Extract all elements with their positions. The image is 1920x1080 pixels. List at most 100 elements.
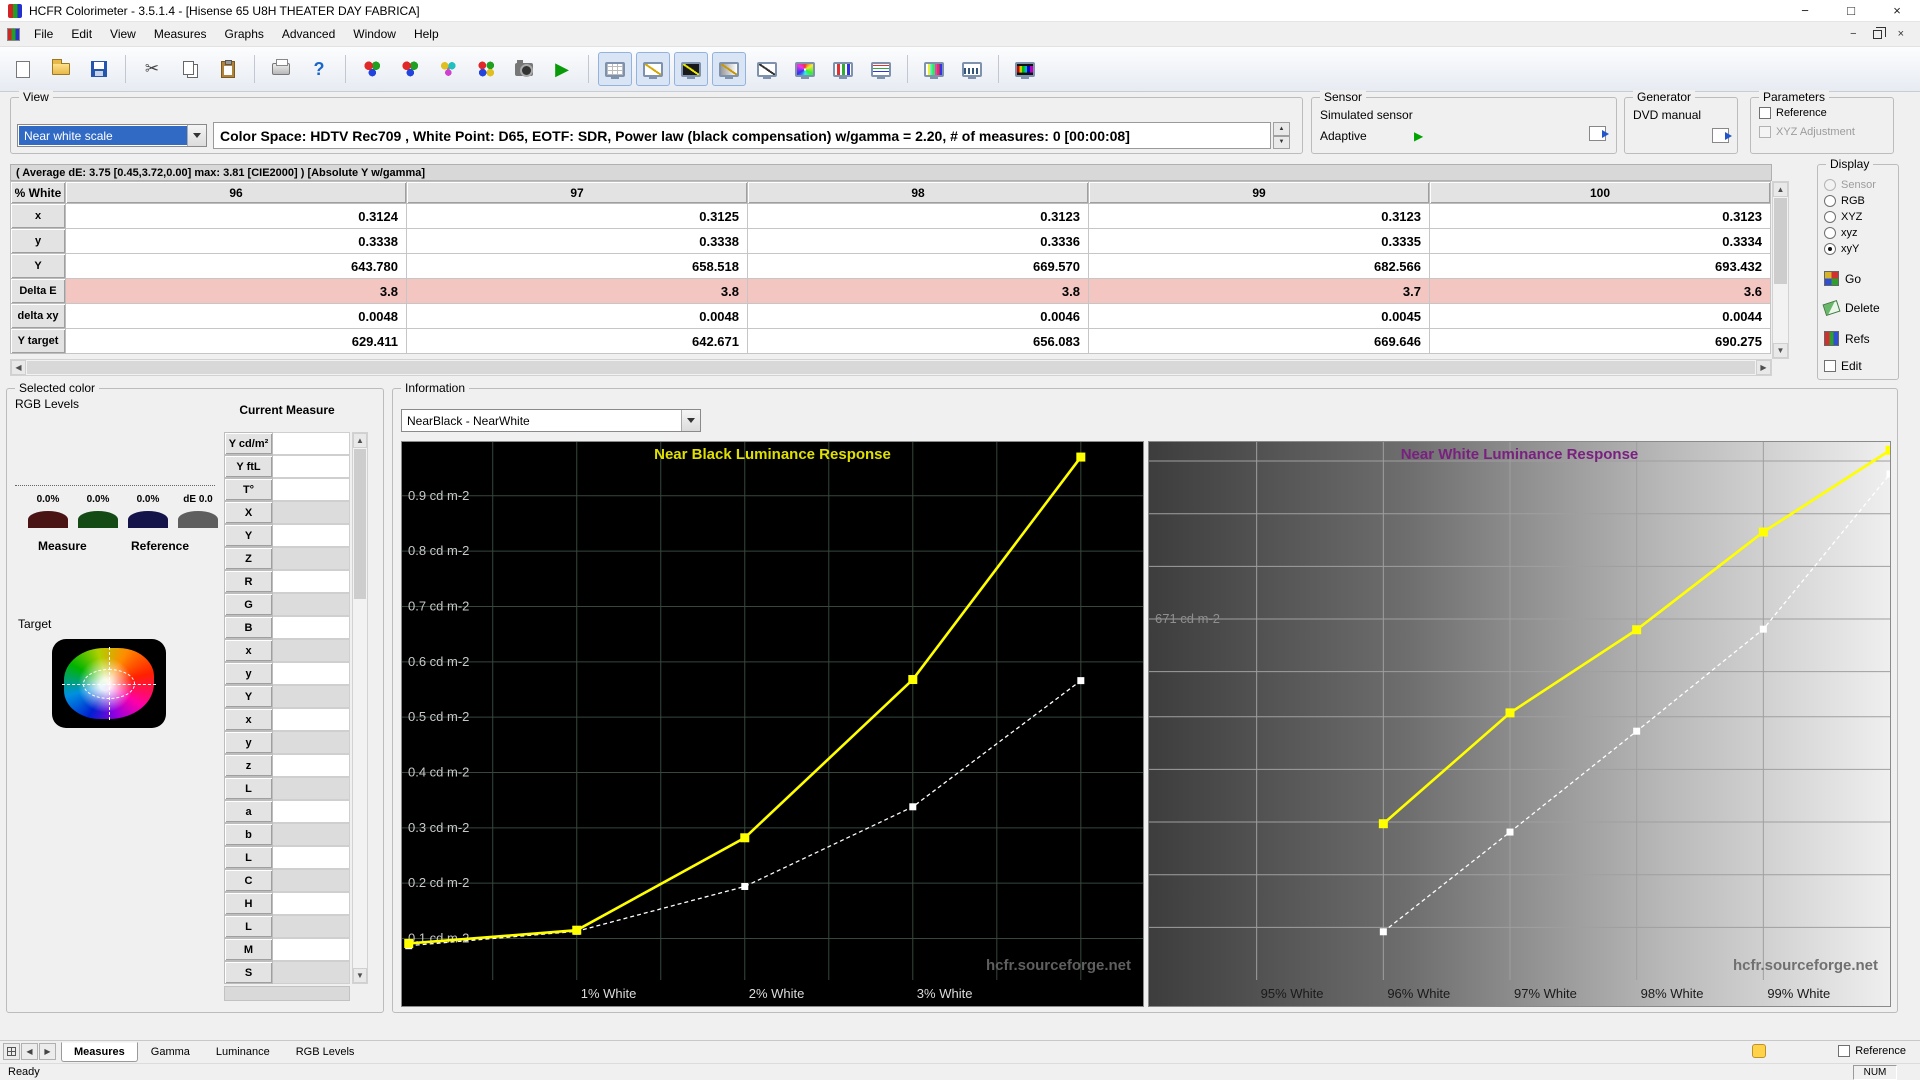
tab-gamma[interactable]: Gamma bbox=[138, 1042, 203, 1062]
current-measure-value[interactable] bbox=[273, 961, 350, 984]
current-measure-value[interactable] bbox=[273, 501, 350, 524]
paste-button[interactable] bbox=[211, 52, 245, 86]
table-cell[interactable]: 656.083 bbox=[748, 329, 1089, 354]
table-cell[interactable]: 0.3336 bbox=[748, 229, 1089, 254]
table-cell[interactable]: 0.3123 bbox=[1430, 204, 1771, 229]
current-measure-value[interactable] bbox=[273, 892, 350, 915]
radio-xyy[interactable]: xyY bbox=[1818, 241, 1898, 257]
current-measure-value[interactable] bbox=[273, 524, 350, 547]
scroll-left-icon[interactable]: ◀ bbox=[11, 360, 26, 375]
scroll-right-icon[interactable]: ▶ bbox=[1756, 360, 1771, 375]
mdi-restore-button[interactable] bbox=[1873, 30, 1882, 39]
menu-graphs[interactable]: Graphs bbox=[216, 23, 273, 45]
menu-view[interactable]: View bbox=[101, 23, 145, 45]
table-cell[interactable]: 0.3338 bbox=[66, 229, 407, 254]
table-vertical-scrollbar[interactable]: ▲ ▼ bbox=[1772, 181, 1789, 359]
current-measure-value[interactable] bbox=[273, 547, 350, 570]
reference-checkbox[interactable]: Reference bbox=[1838, 1045, 1906, 1057]
current-measure-value[interactable] bbox=[273, 915, 350, 938]
table-cell[interactable]: 0.0048 bbox=[407, 304, 748, 329]
current-measure-value[interactable] bbox=[273, 685, 350, 708]
current-measure-value[interactable] bbox=[273, 869, 350, 892]
current-measure-value[interactable] bbox=[273, 639, 350, 662]
table-cell[interactable]: 0.0044 bbox=[1430, 304, 1771, 329]
copy-button[interactable] bbox=[173, 52, 207, 86]
radio-rgb[interactable]: RGB bbox=[1818, 193, 1898, 209]
scroll-thumb[interactable] bbox=[1774, 198, 1787, 284]
row-header-y[interactable]: Y bbox=[11, 254, 66, 279]
table-cell[interactable]: 682.566 bbox=[1089, 254, 1430, 279]
table-cell[interactable]: 0.3335 bbox=[1089, 229, 1430, 254]
measure-free-button[interactable] bbox=[469, 52, 503, 86]
row-header-y-target[interactable]: Y target bbox=[11, 329, 66, 354]
measure-grayscale-button[interactable] bbox=[355, 52, 389, 86]
spin-down-button[interactable]: ▼ bbox=[1273, 136, 1290, 150]
table-cell[interactable]: 3.8 bbox=[66, 279, 407, 304]
table-cell[interactable]: 0.3124 bbox=[66, 204, 407, 229]
table-cell[interactable]: 0.3338 bbox=[407, 229, 748, 254]
open-folder-button[interactable] bbox=[44, 52, 78, 86]
tab-list-button[interactable] bbox=[3, 1043, 20, 1060]
measure-primaries-button[interactable] bbox=[393, 52, 427, 86]
view-nearblack-button[interactable] bbox=[674, 52, 708, 86]
current-measure-value[interactable] bbox=[273, 846, 350, 869]
column-header-96[interactable]: 96 bbox=[66, 182, 407, 204]
view-color-bars-button[interactable] bbox=[917, 52, 951, 86]
tab-luminance[interactable]: Luminance bbox=[203, 1042, 283, 1062]
tab-scroll-left-button[interactable]: ◀ bbox=[21, 1043, 38, 1060]
view-nearwhite-button[interactable] bbox=[712, 52, 746, 86]
current-measure-value[interactable] bbox=[273, 593, 350, 616]
current-measure-value[interactable] bbox=[273, 823, 350, 846]
refs-button[interactable]: Refs bbox=[1824, 331, 1870, 346]
current-measure-value[interactable] bbox=[273, 708, 350, 731]
mdi-close-button[interactable]: × bbox=[1898, 28, 1904, 40]
menu-file[interactable]: File bbox=[25, 23, 62, 45]
current-measure-value[interactable] bbox=[273, 800, 350, 823]
current-measure-value[interactable] bbox=[273, 754, 350, 777]
current-measure-value[interactable] bbox=[273, 731, 350, 754]
edit-checkbox[interactable]: Edit bbox=[1824, 359, 1862, 373]
column-header-98[interactable]: 98 bbox=[748, 182, 1089, 204]
table-cell[interactable]: 0.3125 bbox=[407, 204, 748, 229]
table-cell[interactable]: 3.6 bbox=[1430, 279, 1771, 304]
row-header-y[interactable]: y bbox=[11, 229, 66, 254]
current-measure-value[interactable] bbox=[273, 616, 350, 639]
table-cell[interactable]: 669.646 bbox=[1089, 329, 1430, 354]
table-cell[interactable]: 669.570 bbox=[748, 254, 1089, 279]
radio-xyz[interactable]: xyz bbox=[1818, 225, 1898, 241]
table-cell[interactable]: 3.7 bbox=[1089, 279, 1430, 304]
view-rgb-levels-button[interactable] bbox=[826, 52, 860, 86]
table-cell[interactable]: 0.3123 bbox=[748, 204, 1089, 229]
mdi-minimize-button[interactable]: − bbox=[1850, 28, 1856, 40]
scroll-thumb[interactable] bbox=[27, 361, 1755, 374]
row-header-delta-e[interactable]: Delta E bbox=[11, 279, 66, 304]
sensor-play-icon[interactable]: ▶ bbox=[1414, 129, 1423, 143]
current-measure-value[interactable] bbox=[273, 662, 350, 685]
current-measure-hscrollbar[interactable] bbox=[224, 986, 350, 1001]
current-measure-value[interactable] bbox=[273, 432, 350, 455]
current-measure-value[interactable] bbox=[273, 478, 350, 501]
current-measure-value[interactable] bbox=[273, 570, 350, 593]
sensor-config-icon[interactable] bbox=[1589, 126, 1606, 141]
menu-advanced[interactable]: Advanced bbox=[273, 23, 344, 45]
table-cell[interactable]: 693.432 bbox=[1430, 254, 1771, 279]
scale-select[interactable]: Near white scale bbox=[17, 124, 207, 147]
view-tracking-button[interactable] bbox=[864, 52, 898, 86]
table-cell[interactable]: 642.671 bbox=[407, 329, 748, 354]
view-measures-button[interactable] bbox=[598, 52, 632, 86]
document-icon[interactable] bbox=[7, 28, 20, 41]
table-cell[interactable]: 0.0045 bbox=[1089, 304, 1430, 329]
current-measure-value[interactable] bbox=[273, 455, 350, 478]
maximize-button[interactable]: □ bbox=[1828, 0, 1874, 21]
cut-button[interactable] bbox=[135, 52, 169, 86]
minimize-button[interactable]: − bbox=[1782, 0, 1828, 21]
reference-param-checkbox[interactable]: Reference bbox=[1759, 107, 1827, 119]
table-cell[interactable]: 3.8 bbox=[407, 279, 748, 304]
column-header-97[interactable]: 97 bbox=[407, 182, 748, 204]
measure-secondaries-button[interactable] bbox=[431, 52, 465, 86]
tab-scroll-right-button[interactable]: ▶ bbox=[39, 1043, 56, 1060]
chevron-down-icon[interactable] bbox=[187, 125, 206, 146]
tab-rgb-levels[interactable]: RGB Levels bbox=[283, 1042, 368, 1062]
current-measure-value[interactable] bbox=[273, 938, 350, 961]
table-cell[interactable]: 0.0048 bbox=[66, 304, 407, 329]
